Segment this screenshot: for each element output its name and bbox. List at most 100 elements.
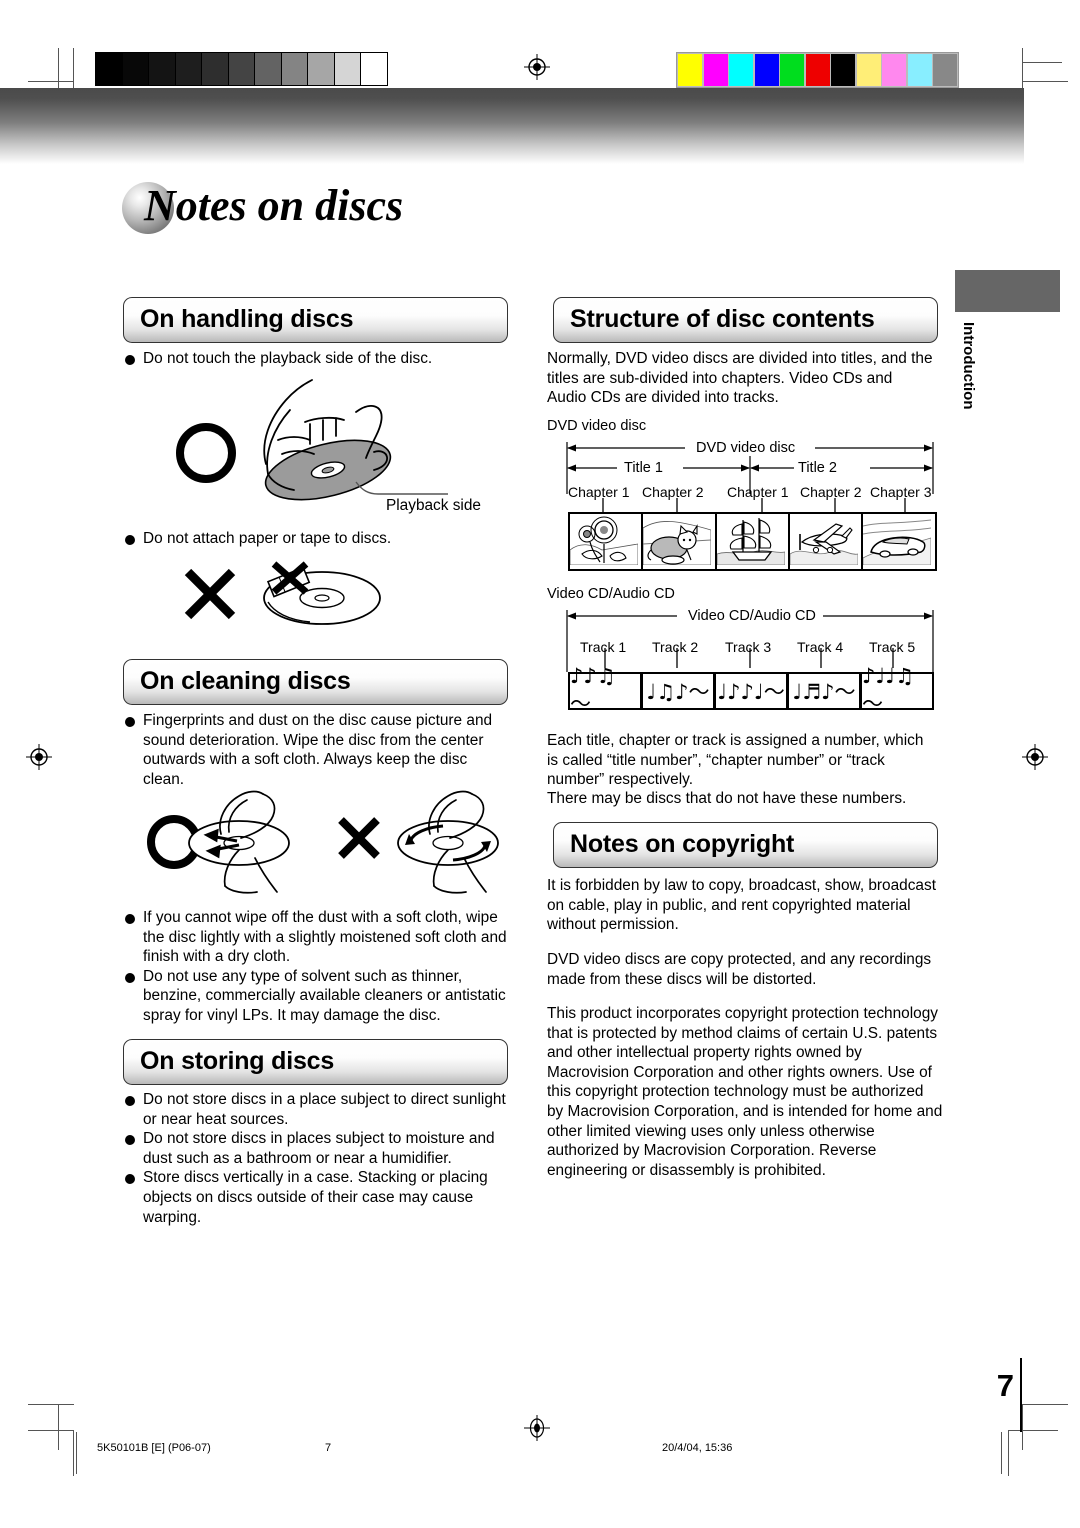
copyright-paragraph-1: It is forbidden by law to copy, broadcas…	[547, 877, 936, 934]
grayscale-swatch	[361, 53, 387, 85]
cleaning-bullets-after: If you cannot wipe off the dust with a s…	[124, 908, 512, 1026]
section-header-handling-label: On handling discs	[140, 304, 354, 333]
grayscale-calibration-bar	[95, 52, 388, 86]
footer-doc-code: 5K50101B [E] (P06-07)	[97, 1442, 211, 1454]
structure-intro-text: Normally, DVD video discs are divided in…	[547, 350, 933, 407]
color-swatch	[856, 54, 881, 86]
side-tab-introduction: Introduction	[960, 322, 980, 462]
color-swatch	[729, 54, 753, 86]
page-canvas: Notes on discs Introduction On handling …	[0, 0, 1080, 1528]
bullet-text: If you cannot wipe off the dust with a s…	[124, 908, 512, 967]
illustration-cleaning-correct-incorrect	[143, 788, 503, 908]
grayscale-swatch	[228, 53, 255, 85]
dvd-t2-chapter-1-label: Chapter 1	[727, 484, 789, 500]
footer-rule-left	[76, 1432, 77, 1474]
bullet-text: Do not store discs in a place subject to…	[124, 1090, 514, 1129]
section-header-cleaning: On cleaning discs	[123, 659, 508, 705]
bullet-text: Store discs vertically in a case. Stacki…	[124, 1168, 514, 1227]
cd-track-4-label: Track 4	[797, 639, 844, 655]
side-tab-label: Introduction	[960, 322, 977, 410]
structure-outro-text-1: Each title, chapter or track is assigned…	[547, 732, 924, 789]
structure-outro-text-2: There may be discs that do not have thes…	[547, 790, 907, 807]
registration-mark-top	[524, 54, 550, 80]
section-header-structure-label: Structure of disc contents	[570, 304, 875, 333]
color-swatch	[933, 54, 957, 86]
footer-rule-right	[1001, 1432, 1002, 1474]
section-header-cleaning-label: On cleaning discs	[140, 666, 351, 695]
section-header-structure: Structure of disc contents	[553, 297, 938, 343]
cd-span-label: Video CD/Audio CD	[684, 608, 820, 624]
dvd-diagram-caption: DVD video disc	[547, 418, 647, 434]
grayscale-swatch	[255, 53, 282, 85]
dvd-thumbnail-cat	[641, 512, 717, 571]
illustration-no-tape-on-disc	[170, 556, 400, 636]
cd-diagram-caption: Video CD/Audio CD	[547, 586, 675, 602]
cd-track-5-label: Track 5	[869, 639, 916, 655]
grayscale-swatch	[281, 53, 308, 85]
color-calibration-bar	[676, 52, 959, 88]
page-title-text: Notes on discs	[144, 181, 404, 230]
cd-track-2-box: ♩♫♪～	[641, 672, 715, 710]
crop-mark-tl-h	[28, 81, 74, 82]
cd-track-1-label: Track 1	[580, 639, 627, 655]
dvd-t1-chapter-2-label: Chapter 2	[642, 484, 704, 500]
crop-mark-bl-h	[28, 1404, 74, 1405]
bullet-text: Do not use any type of solvent such as t…	[124, 967, 512, 1026]
header-gradient-band	[0, 88, 1024, 164]
crop-mark-bl-v	[58, 1404, 59, 1450]
bullet-text: Do not touch the playback side of the di…	[124, 349, 516, 369]
section-header-handling: On handling discs	[123, 297, 508, 343]
color-swatch	[703, 54, 728, 86]
grayscale-swatch	[334, 53, 361, 85]
cd-track-2-label: Track 2	[652, 639, 699, 655]
color-swatch	[805, 54, 830, 86]
dvd-t2-chapter-3-label: Chapter 3	[870, 484, 932, 500]
color-swatch	[678, 54, 702, 86]
dvd-thumbnail-flowers	[568, 512, 644, 571]
cd-track-1-box: ♪♪♫ ～	[568, 664, 642, 716]
dvd-title-2-label: Title 2	[794, 460, 841, 476]
crop-mark-br-h	[1008, 1430, 1058, 1431]
playback-side-callout: Playback side	[386, 497, 481, 514]
section-header-copyright: Notes on copyright	[553, 822, 938, 868]
registration-mark-bottom	[524, 1415, 550, 1441]
copyright-paragraph-2: DVD video discs are copy protected, and …	[547, 951, 932, 988]
crop-mark-tr-h2	[1022, 62, 1062, 63]
section-header-copyright-label: Notes on copyright	[570, 829, 795, 858]
section-header-storing: On storing discs	[123, 1039, 508, 1085]
registration-mark-right	[1022, 744, 1048, 770]
registration-mark-left	[26, 744, 52, 770]
crop-mark-bl-v2	[73, 1430, 74, 1476]
cd-track-3-label: Track 3	[725, 639, 772, 655]
grayscale-swatch	[149, 53, 176, 85]
dvd-thumbnail-ship	[715, 512, 791, 571]
dvd-thumbnail-car	[861, 512, 937, 571]
bullet-text: Fingerprints and dust on the disc cause …	[124, 711, 512, 789]
crop-mark-br-h2	[1022, 1404, 1068, 1405]
cd-track-3-box: ♩♪♪♩～	[714, 672, 788, 710]
bullet-text: Do not store discs in places subject to …	[124, 1129, 514, 1168]
dvd-title-1-label: Title 1	[620, 460, 667, 476]
grayscale-swatch	[202, 53, 229, 85]
side-tab-block	[955, 270, 1060, 312]
grayscale-swatch	[96, 53, 123, 85]
section-header-storing-label: On storing discs	[140, 1046, 335, 1075]
grayscale-swatch	[175, 53, 202, 85]
color-swatch	[780, 54, 804, 86]
dvd-span-label: DVD video disc	[692, 440, 800, 456]
crop-mark-bl-h2	[28, 1430, 74, 1431]
crop-mark-br-v	[1022, 1404, 1023, 1450]
crop-mark-br-v2	[1008, 1430, 1009, 1476]
bullet-text: Do not attach paper or tape to discs.	[124, 529, 516, 549]
color-swatch	[831, 54, 855, 86]
storing-bullets: Do not store discs in a place subject to…	[124, 1090, 514, 1227]
crop-mark-tr-h	[1022, 81, 1068, 82]
handling-bullet-1: Do not touch the playback side of the di…	[124, 349, 516, 369]
handling-bullet-2: Do not attach paper or tape to discs.	[124, 529, 516, 549]
cd-track-4-box: ♩♬♪～	[787, 672, 861, 710]
copyright-paragraph-3: This product incorporates copyright prot…	[547, 1005, 943, 1179]
page-number-rule	[1020, 1358, 1022, 1432]
cd-track-5-box: ♪♩♩♫～	[860, 664, 934, 716]
grayscale-swatch	[308, 53, 335, 85]
footer-timestamp: 20/4/04, 15:36	[662, 1442, 733, 1454]
